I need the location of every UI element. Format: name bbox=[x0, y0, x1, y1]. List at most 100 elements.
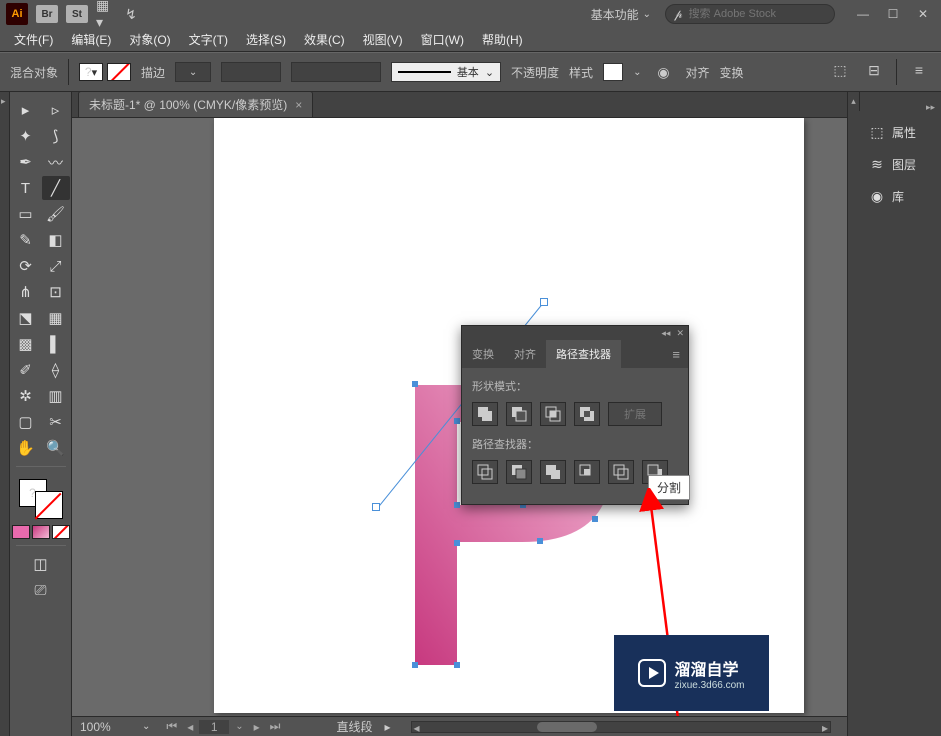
exclude-button[interactable] bbox=[574, 402, 600, 426]
panel-menu-icon[interactable]: ≡ bbox=[664, 347, 688, 362]
eraser-tool[interactable]: ◧ bbox=[42, 228, 70, 252]
menu-effect[interactable]: 效果(C) bbox=[296, 28, 353, 51]
search-box[interactable]: 𝓅 bbox=[665, 4, 835, 24]
panel-menu-icon[interactable]: ≡ bbox=[907, 59, 931, 81]
brush-def[interactable] bbox=[291, 62, 381, 82]
tab-pathfinder[interactable]: 路径查找器 bbox=[546, 340, 621, 368]
horizontal-scrollbar[interactable]: ◂▸ bbox=[411, 721, 831, 733]
menu-select[interactable]: 选择(S) bbox=[238, 28, 294, 51]
intersect-button[interactable] bbox=[540, 402, 566, 426]
draw-mode[interactable]: ◫ bbox=[27, 552, 55, 576]
menu-window[interactable]: 窗口(W) bbox=[413, 28, 472, 51]
stroke-weight-input[interactable]: ⌄ bbox=[175, 62, 211, 82]
color-swatch-pink[interactable] bbox=[12, 525, 30, 539]
crop-button[interactable] bbox=[574, 460, 600, 484]
magic-wand-tool[interactable]: ✦ bbox=[12, 124, 40, 148]
last-page-icon[interactable]: ⏭ bbox=[266, 719, 285, 734]
menu-file[interactable]: 文件(F) bbox=[6, 28, 61, 51]
panel-collapse-icon[interactable]: ◂◂ bbox=[661, 328, 670, 339]
shaper-tool[interactable]: ✎ bbox=[12, 228, 40, 252]
minimize-button[interactable]: ― bbox=[851, 5, 875, 23]
zoom-tool[interactable]: 🔍 bbox=[42, 436, 70, 460]
panel-libraries[interactable]: ◉ 库 bbox=[860, 181, 941, 211]
menu-type[interactable]: 文字(T) bbox=[181, 28, 236, 51]
document-tab[interactable]: 未标题-1* @ 100% (CMYK/像素预览) × bbox=[78, 91, 313, 117]
search-input[interactable] bbox=[689, 8, 826, 20]
divide-button[interactable] bbox=[472, 460, 498, 484]
close-tab-icon[interactable]: × bbox=[295, 98, 302, 112]
symbol-sprayer-tool[interactable]: ✲ bbox=[12, 384, 40, 408]
menu-object[interactable]: 对象(O) bbox=[121, 28, 178, 51]
selection-tool[interactable]: ▸ bbox=[12, 98, 40, 122]
bridge-badge[interactable]: Br bbox=[36, 5, 58, 23]
outline-button[interactable] bbox=[608, 460, 634, 484]
line-tool[interactable]: ╱ bbox=[42, 176, 70, 200]
color-swatch-none[interactable] bbox=[52, 525, 70, 539]
unite-button[interactable] bbox=[472, 402, 498, 426]
workspace-selector[interactable]: 基本功能 ⌄ bbox=[585, 6, 657, 23]
graph-tool[interactable]: ▥ bbox=[42, 384, 70, 408]
tab-transform[interactable]: 变换 bbox=[462, 340, 504, 368]
curvature-tool[interactable]: 〰 bbox=[42, 150, 70, 174]
screen-mode[interactable]: ⎚ bbox=[27, 578, 55, 602]
blend-tool[interactable]: ⟠ bbox=[42, 358, 70, 382]
menu-view[interactable]: 视图(V) bbox=[355, 28, 411, 51]
gpu-icon[interactable]: ↯ bbox=[122, 5, 140, 23]
perspective-tool[interactable]: ▦ bbox=[42, 306, 70, 330]
transform-label[interactable]: 变换 bbox=[719, 64, 743, 81]
align-label[interactable]: 对齐 bbox=[685, 64, 709, 81]
lasso-tool[interactable]: ⟆ bbox=[42, 124, 70, 148]
rectangle-tool[interactable]: ▭ bbox=[12, 202, 40, 226]
panel-layers[interactable]: ≋ 图层 bbox=[860, 149, 941, 179]
free-transform-tool[interactable]: ⊡ bbox=[42, 280, 70, 304]
align-panel-icon[interactable]: ⊟ bbox=[862, 59, 886, 81]
style-swatch[interactable] bbox=[603, 63, 623, 81]
mesh-tool[interactable]: ▩ bbox=[12, 332, 40, 356]
scale-tool[interactable]: ⤢ bbox=[42, 254, 70, 278]
type-tool[interactable]: T bbox=[12, 176, 40, 200]
merge-button[interactable] bbox=[540, 460, 566, 484]
stroke-profile[interactable] bbox=[221, 62, 281, 82]
maximize-button[interactable]: ☐ bbox=[881, 5, 905, 23]
arrange-docs-icon[interactable]: ▦ ▾ bbox=[96, 5, 114, 23]
page-number[interactable]: 1 bbox=[199, 720, 229, 734]
slice-tool[interactable]: ✂ bbox=[42, 410, 70, 434]
pen-tool[interactable]: ✒ bbox=[12, 150, 40, 174]
width-tool[interactable]: ⋔ bbox=[12, 280, 40, 304]
prev-page-icon[interactable]: ◂ bbox=[183, 720, 197, 734]
stock-badge[interactable]: St bbox=[66, 5, 88, 23]
zoom-level[interactable]: 100% bbox=[80, 720, 130, 734]
paintbrush-tool[interactable]: 🖌 bbox=[42, 202, 70, 226]
chevron-down-icon[interactable]: ⌄ bbox=[142, 721, 150, 732]
tab-align[interactable]: 对齐 bbox=[504, 340, 546, 368]
hand-tool[interactable]: ✋ bbox=[12, 436, 40, 460]
fill-stroke-control[interactable]: ? bbox=[19, 479, 63, 519]
direct-selection-tool[interactable]: ▹ bbox=[42, 98, 70, 122]
line-endpoint[interactable] bbox=[540, 298, 548, 306]
expand-button[interactable]: 扩展 bbox=[608, 402, 662, 426]
status-menu-icon[interactable]: ▸ bbox=[384, 720, 390, 734]
chevron-down-icon[interactable]: ⌄ bbox=[633, 67, 641, 78]
next-page-icon[interactable]: ▸ bbox=[250, 720, 264, 734]
rotate-tool[interactable]: ⟳ bbox=[12, 254, 40, 278]
left-dock-gutter[interactable]: ▸ bbox=[0, 92, 10, 736]
brush-basic[interactable]: 基本⌄ bbox=[391, 62, 501, 82]
isolate-icon[interactable]: ⬚ bbox=[828, 59, 852, 81]
canvas[interactable]: ◂◂ ✕ 变换 对齐 路径查找器 ≡ 形状模式： bbox=[72, 118, 847, 716]
panel-close-icon[interactable]: ✕ bbox=[676, 328, 684, 339]
gradient-tool[interactable]: ▌ bbox=[42, 332, 70, 356]
first-page-icon[interactable]: ⏮ bbox=[162, 719, 181, 734]
color-swatch-grad[interactable] bbox=[32, 525, 50, 539]
eyedropper-tool[interactable]: ✐ bbox=[12, 358, 40, 382]
panel-properties[interactable]: ⬚ 属性 bbox=[860, 117, 941, 147]
recolor-icon[interactable]: ◉ bbox=[651, 61, 675, 83]
stroke-swatch[interactable] bbox=[107, 63, 131, 81]
vertical-scrollbar[interactable]: ▴ bbox=[847, 92, 859, 736]
minus-front-button[interactable] bbox=[506, 402, 532, 426]
stroke-box[interactable] bbox=[35, 491, 63, 519]
trim-button[interactable] bbox=[506, 460, 532, 484]
shape-builder-tool[interactable]: ⬔ bbox=[12, 306, 40, 330]
dock-expand-icon[interactable]: ▸▸ bbox=[920, 100, 941, 115]
menu-help[interactable]: 帮助(H) bbox=[474, 28, 531, 51]
line-endpoint[interactable] bbox=[372, 503, 380, 511]
